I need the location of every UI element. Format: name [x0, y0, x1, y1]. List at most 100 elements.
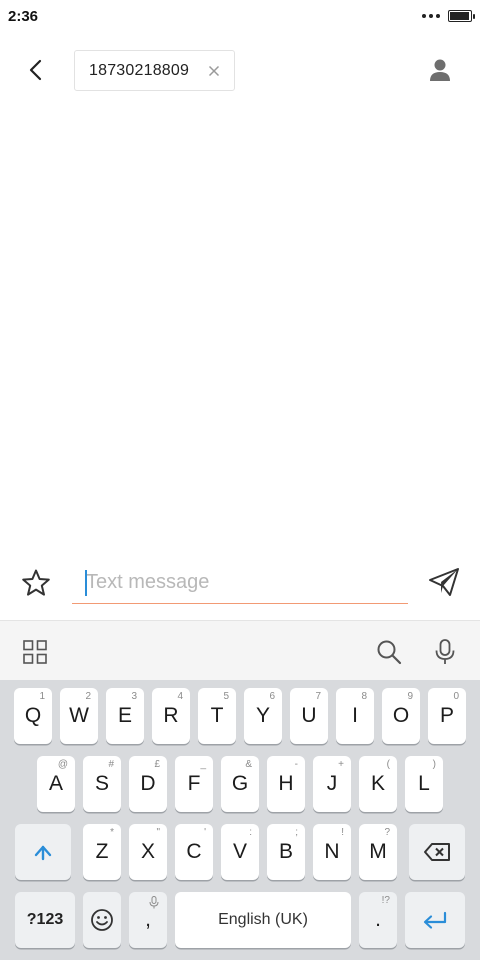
- emoji-key[interactable]: [83, 892, 121, 948]
- key-hint: £: [154, 759, 160, 770]
- key-label: J: [326, 772, 338, 795]
- message-list: [0, 106, 480, 550]
- key-hint: :: [249, 827, 252, 838]
- key-label: R: [163, 704, 179, 727]
- backspace-key[interactable]: [409, 824, 465, 880]
- backspace-icon: [424, 843, 450, 861]
- keyboard-row-1: Q1W2E3R4T5Y6U7I8O9P0: [0, 688, 480, 746]
- microphone-icon[interactable]: [430, 637, 460, 667]
- key-b[interactable]: B;: [267, 824, 305, 880]
- close-icon: [208, 65, 220, 77]
- period-key-label: .: [375, 908, 381, 931]
- key-label: G: [231, 772, 249, 795]
- key-f[interactable]: F _: [175, 756, 213, 812]
- key-x[interactable]: X ": [129, 824, 167, 880]
- key-n[interactable]: N!: [313, 824, 351, 880]
- add-contact-button[interactable]: [424, 54, 456, 86]
- key-label: B: [278, 840, 293, 863]
- key-w[interactable]: W2: [60, 688, 98, 744]
- key-a[interactable]: A @: [37, 756, 75, 812]
- enter-key[interactable]: [405, 892, 465, 948]
- key-label: Q: [24, 704, 42, 727]
- key-hint: 4: [177, 691, 183, 702]
- key-label: O: [392, 704, 410, 727]
- key-g[interactable]: G &: [221, 756, 259, 812]
- key-q[interactable]: Q1: [14, 688, 52, 744]
- key-u[interactable]: U7: [290, 688, 328, 744]
- key-i[interactable]: I8: [336, 688, 374, 744]
- period-key-hint: !?: [381, 895, 390, 906]
- symbols-key[interactable]: ?123: [15, 892, 75, 948]
- recipient-chip[interactable]: 18730218809: [74, 50, 235, 91]
- key-h[interactable]: H-: [267, 756, 305, 812]
- key-d[interactable]: D £: [129, 756, 167, 812]
- key-label: K: [370, 772, 385, 795]
- key-label: A: [48, 772, 63, 795]
- key-hint: (: [386, 759, 390, 770]
- comma-key-label: ,: [145, 908, 151, 931]
- enter-arrow-icon: [423, 911, 447, 929]
- key-c[interactable]: C ': [175, 824, 213, 880]
- key-label: L: [418, 772, 430, 795]
- conversation-header: 18730218809: [0, 34, 480, 106]
- space-key-label: English (UK): [218, 911, 308, 928]
- message-input-wrapper: [72, 562, 408, 604]
- key-label: W: [69, 704, 89, 727]
- key-p[interactable]: P0: [428, 688, 466, 744]
- key-j[interactable]: J +: [313, 756, 351, 812]
- recipient-number: 18730218809: [89, 61, 190, 79]
- key-label: U: [301, 704, 317, 727]
- status-bar: 2:36: [0, 0, 480, 34]
- key-hint: ): [432, 759, 436, 770]
- key-hint: 9: [407, 691, 413, 702]
- keyboard-row-3: Z * X " C ' V: B; N! M?: [0, 824, 480, 882]
- voice-input-hint-icon: [149, 896, 159, 909]
- space-key[interactable]: English (UK): [175, 892, 351, 948]
- text-cursor: [85, 570, 87, 596]
- key-r[interactable]: R4: [152, 688, 190, 744]
- shift-key[interactable]: [15, 824, 71, 880]
- key-label: C: [186, 840, 202, 863]
- period-key[interactable]: . !?: [359, 892, 397, 948]
- grid-icon[interactable]: [22, 639, 48, 665]
- keyboard: Q1W2E3R4T5Y6U7I8O9P0 A @ S # D £ F _ G & H - J + K(L) …: [0, 680, 480, 960]
- back-button[interactable]: [18, 52, 54, 88]
- search-icon[interactable]: [374, 637, 404, 667]
- key-e[interactable]: E3: [106, 688, 144, 744]
- key-hint: &: [245, 759, 252, 770]
- key-hint: -: [294, 759, 298, 770]
- status-time: 2:36: [8, 8, 39, 25]
- comma-key[interactable]: ,: [129, 892, 167, 948]
- send-button[interactable]: [426, 564, 462, 600]
- key-v[interactable]: V:: [221, 824, 259, 880]
- key-label: F: [187, 772, 201, 795]
- key-m[interactable]: M?: [359, 824, 397, 880]
- key-hint: 8: [361, 691, 367, 702]
- key-s[interactable]: S #: [83, 756, 121, 812]
- key-label: N: [324, 840, 340, 863]
- key-t[interactable]: T5: [198, 688, 236, 744]
- key-hint: 7: [315, 691, 321, 702]
- key-hint: *: [110, 827, 114, 838]
- remove-recipient-button[interactable]: [204, 61, 224, 81]
- key-k[interactable]: K(: [359, 756, 397, 812]
- quick-phrases-button[interactable]: [18, 565, 54, 601]
- key-hint: 0: [453, 691, 459, 702]
- key-label: S: [94, 772, 109, 795]
- key-hint: ': [204, 827, 206, 838]
- more-dots-icon: [422, 14, 440, 18]
- key-z[interactable]: Z *: [83, 824, 121, 880]
- key-label: Y: [255, 704, 270, 727]
- key-l[interactable]: L): [405, 756, 443, 812]
- key-hint: _: [200, 759, 206, 770]
- keyboard-row-2: A @ S # D £ F _ G & H - J + K(L): [0, 756, 480, 814]
- keyboard-row-4: ?123 , English (UK) . !?: [0, 892, 480, 950]
- key-hint: #: [108, 759, 114, 770]
- key-label: D: [140, 772, 156, 795]
- compose-bar: [0, 550, 480, 620]
- key-o[interactable]: O9: [382, 688, 420, 744]
- key-hint: ;: [295, 827, 298, 838]
- key-hint: +: [338, 759, 344, 770]
- key-y[interactable]: Y6: [244, 688, 282, 744]
- message-input[interactable]: [72, 562, 408, 603]
